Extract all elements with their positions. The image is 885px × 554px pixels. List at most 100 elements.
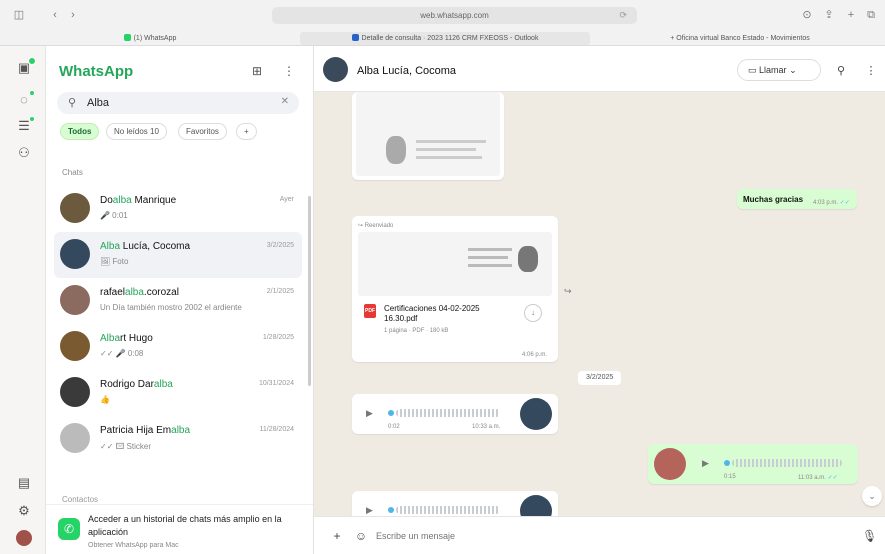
chat-avatar: [60, 193, 90, 223]
chat-row[interactable]: Doalba Manrique 🎤 0:01 Ayer: [54, 186, 302, 232]
sticker-smiley-icon[interactable]: ☺: [354, 529, 368, 543]
chat-time: 11/28/2024: [259, 426, 294, 433]
document-meta: 1 página · PDF · 180 kB: [384, 328, 449, 334]
chat-preview: ✓✓ 🖾 Sticker: [100, 442, 152, 451]
chat-name-highlight: alba: [112, 195, 132, 206]
filter-favorites[interactable]: Favoritos: [178, 123, 227, 140]
contact-avatar[interactable]: [323, 57, 348, 82]
outgoing-voice-message[interactable]: ▶ 0:15 11:03 a.m. ✓✓: [648, 444, 858, 484]
filter-add[interactable]: +: [236, 123, 257, 140]
sender-avatar: [654, 448, 686, 480]
clear-search-icon[interactable]: ✕: [281, 96, 289, 107]
chat-time: Ayer: [279, 196, 294, 203]
tab-overview-icon[interactable]: ⧉: [864, 9, 878, 21]
profile-avatar[interactable]: [16, 530, 32, 546]
play-icon[interactable]: ▶: [702, 458, 709, 469]
document-message[interactable]: ↪ Reenviado PDF Certificaciones 04-02-20…: [352, 216, 558, 362]
message-composer: + ☺ 🎙: [314, 516, 885, 554]
video-call-icon: ▭: [748, 65, 757, 75]
playhead[interactable]: [724, 460, 730, 466]
play-icon[interactable]: ▶: [366, 505, 373, 516]
chat-list-scrollbar[interactable]: [308, 196, 311, 386]
forward-icon[interactable]: ›: [66, 9, 80, 21]
tab-bar: (1) WhatsApp Detalle de consulta · 2023 …: [0, 30, 885, 46]
communities-icon[interactable]: ⚇: [16, 146, 32, 160]
download-icon[interactable]: ⊙: [800, 9, 814, 21]
get-app-banner[interactable]: ✆ Acceder a un historial de chats más am…: [46, 504, 313, 554]
tab-outlook[interactable]: Detalle de consulta · 2023 1126 CRM FXEO…: [300, 32, 590, 45]
call-button[interactable]: ▭ Llamar ⌄: [737, 59, 821, 81]
filter-unread[interactable]: No leídos 10: [106, 123, 167, 140]
date-separator: 3/2/2025: [578, 371, 622, 385]
sender-avatar: [520, 398, 552, 430]
media-icon[interactable]: ▤: [16, 476, 32, 490]
chat-avatar: [60, 377, 90, 407]
address-bar[interactable]: web.whatsapp.com ⟳: [272, 7, 637, 24]
chat-avatar: [60, 423, 90, 453]
whatsapp-favicon-icon: [123, 34, 131, 41]
search-box: ⚲ ✕: [57, 92, 299, 114]
doc-line: [468, 256, 508, 259]
app-title: WhatsApp: [59, 63, 134, 80]
message-input[interactable]: [376, 527, 846, 545]
voice-duration: 0:02: [388, 424, 400, 430]
chat-row[interactable]: Patricia Hija Emalba ✓✓ 🖾 Sticker 11/28/20…: [54, 416, 302, 462]
menu-kebab-icon[interactable]: ⋮: [282, 64, 296, 78]
id-document-image[interactable]: [356, 92, 500, 176]
tab-bank[interactable]: + Oficina virtual Banco Estado - Movimie…: [600, 32, 880, 45]
message-time: 11:03 a.m. ✓✓: [798, 474, 838, 481]
play-icon[interactable]: ▶: [366, 408, 373, 419]
reload-icon[interactable]: ⟳: [619, 7, 627, 24]
image-message[interactable]: [352, 92, 504, 180]
incoming-voice-message[interactable]: ▶ 0:02 10:33 a.m.: [352, 394, 558, 434]
call-label: Llamar: [759, 65, 787, 75]
settings-gear-icon[interactable]: ⚙: [16, 504, 32, 518]
chat-name-part: rafael: [100, 287, 126, 298]
share-icon[interactable]: ⇪: [822, 9, 836, 21]
contact-name[interactable]: Alba Lucía, Cocoma: [357, 65, 456, 77]
chat-row[interactable]: Rodrigo Daralba 👍 10/31/2024: [54, 370, 302, 416]
search-icon[interactable]: ⚲: [834, 64, 848, 78]
chat-row[interactable]: rafaelalba.corozal Un Día también mostro …: [54, 278, 302, 324]
promo-subtitle[interactable]: Obtener WhatsApp para Mac: [88, 542, 179, 549]
message-time: 10:33 a.m.: [472, 424, 501, 430]
scroll-down-chevron-icon[interactable]: ⌄: [862, 486, 882, 506]
tab-whatsapp[interactable]: (1) WhatsApp: [60, 32, 240, 45]
chevron-down-icon: ⌄: [789, 65, 797, 75]
unread-badge: [28, 57, 36, 65]
menu-kebab-icon[interactable]: ⋮: [864, 64, 878, 78]
waveform[interactable]: [396, 506, 500, 514]
chat-name-part: Patricia Hija Em: [100, 425, 172, 436]
download-icon[interactable]: ↓: [524, 304, 542, 322]
waveform[interactable]: [732, 459, 842, 467]
microphone-icon[interactable]: 🎙: [862, 529, 877, 543]
waveform[interactable]: [396, 409, 500, 417]
new-chat-icon[interactable]: ⊞: [250, 64, 264, 78]
promo-title: Acceder a un historial de chats más ampl…: [88, 514, 282, 537]
tab-label: Detalle de consulta · 2023 1126 CRM FXEO…: [361, 35, 539, 42]
forward-share-icon[interactable]: ↪: [564, 286, 572, 297]
outgoing-text-message[interactable]: Muchas gracias 4:03 p.m. ✓✓: [737, 189, 857, 209]
chat-row[interactable]: Albart Hugo ✓✓ 🎤 0:08 1/28/2025: [54, 324, 302, 370]
playhead[interactable]: [388, 410, 394, 416]
search-input[interactable]: [87, 95, 277, 111]
status-dot: [29, 90, 35, 96]
chat-row[interactable]: Alba Lucía, Cocoma 🖼 Foto 3/2/2025: [54, 232, 302, 278]
attach-plus-icon[interactable]: +: [330, 529, 344, 543]
chat-name-highlight: alba: [125, 287, 144, 298]
document-preview[interactable]: [358, 232, 552, 296]
chat-preview: 👍: [100, 395, 110, 404]
doc-line: [416, 140, 486, 143]
chat-time: 3/2/2025: [266, 242, 294, 249]
chat-time: 1/28/2025: [262, 334, 294, 341]
playhead[interactable]: [388, 507, 394, 513]
new-tab-icon[interactable]: +: [844, 9, 858, 21]
voice-duration: 0:15: [724, 474, 736, 480]
sidebar-toggle-icon[interactable]: ◫: [12, 9, 26, 21]
doc-line: [416, 156, 482, 159]
back-icon[interactable]: ‹: [48, 9, 62, 21]
conversation-panel: Alba Lucía, Cocoma ▭ Llamar ⌄ ⚲ ⋮ Muchas…: [314, 46, 885, 554]
message-time: 4:03 p.m. ✓✓: [813, 199, 850, 206]
chat-name-highlight: alba: [153, 379, 173, 390]
filter-all[interactable]: Todos: [60, 123, 100, 140]
